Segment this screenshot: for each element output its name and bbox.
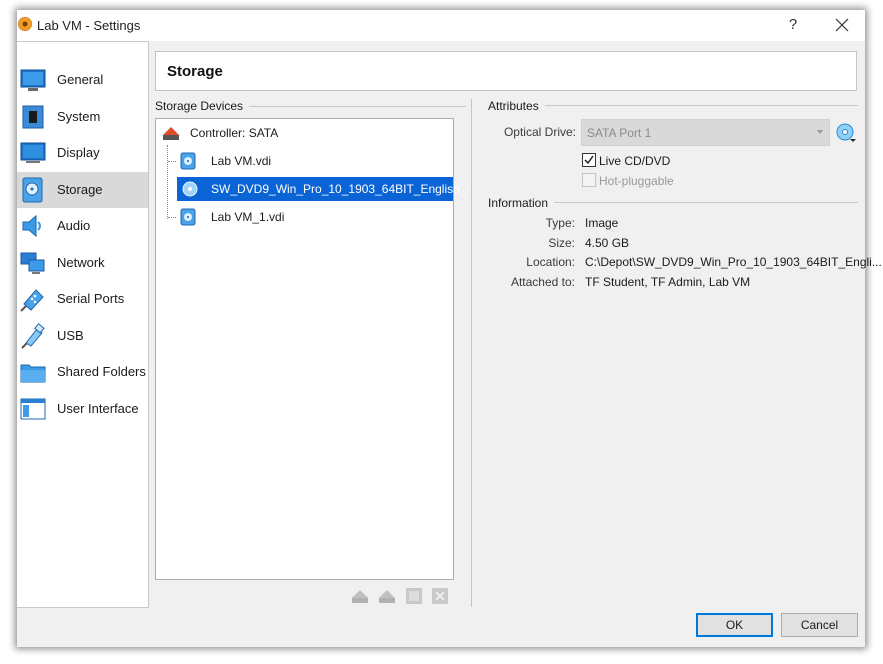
attached-to-value: TF Student, TF Admin, Lab VM [585,275,751,289]
sidebar-item-label: Network [57,255,105,270]
sidebar-item-network[interactable]: Network [17,245,148,281]
panel-divider [471,99,472,607]
sidebar-item-serial-ports[interactable]: Serial Ports [17,281,148,317]
live-cd-checkbox[interactable] [582,153,596,167]
attachment-label: Lab VM_1.vdi [211,210,285,224]
sidebar-item-label: Serial Ports [57,291,125,306]
optical-disc-icon [182,181,198,197]
divider [241,106,466,107]
close-icon [835,18,849,32]
help-button[interactable]: ? [782,14,804,36]
sidebar-item-label: Audio [57,218,91,233]
shared-folders-icon [20,364,46,383]
checkmark-icon [584,155,594,165]
attachment-label: SW_DVD9_Win_Pro_10_1903_64BIT_English_..… [211,182,477,196]
settings-window: Lab VM - Settings ? General System Displ… [17,10,882,647]
sidebar-item-label: User Interface [57,401,139,416]
optical-drive-value: SATA Port 1 [587,126,652,140]
hard-disk-icon [180,208,196,226]
sidebar-item-general[interactable]: General [17,62,148,98]
remove-controller-icon[interactable] [378,587,396,605]
tree-item-attachment[interactable]: Lab VM.vdi [156,149,453,173]
size-value: 4.50 GB [585,236,630,250]
title-bar: Lab VM - Settings ? [17,10,865,41]
settings-sidebar: General System Display Storage Audio Net… [17,41,149,608]
user-interface-icon [20,398,46,420]
hot-pluggable-label: Hot-pluggable [599,174,674,188]
attached-to-label: Attached to: [510,275,575,289]
hot-pluggable-checkbox[interactable] [582,173,596,187]
tree-item-attachment[interactable]: Lab VM_1.vdi [156,205,453,229]
window-title: Lab VM - Settings [37,18,141,33]
sidebar-item-label: Display [57,145,100,160]
hard-disk-icon [180,152,196,170]
close-button[interactable] [831,14,853,36]
sidebar-item-label: Storage [57,182,103,197]
sidebar-item-user-interface[interactable]: User Interface [17,391,148,427]
storage-devices-title: Storage Devices [155,99,250,113]
sidebar-item-label: System [57,109,101,124]
system-icon [22,105,44,129]
tree-item-attachment-selected[interactable]: SW_DVD9_Win_Pro_10_1903_64BIT_English_..… [177,177,477,201]
storage-tree[interactable]: Controller: SATA Lab VM.vdi SW_DVD9_Win_… [155,118,477,580]
sidebar-item-audio[interactable]: Audio [17,208,148,244]
storage-icon [22,177,43,203]
serial-ports-icon [20,289,44,312]
display-icon [20,142,46,163]
sidebar-item-shared-folders[interactable]: Shared Folders [17,354,148,390]
controller-icon [163,127,179,140]
tree-item-controller[interactable]: Controller: SATA [156,121,453,145]
add-attachment-icon[interactable] [405,587,423,605]
page-title: Storage [167,63,223,80]
sidebar-item-storage[interactable]: Storage [17,172,148,208]
sidebar-item-label: Shared Folders [57,364,146,379]
tree-connector [168,161,176,163]
ok-button[interactable]: OK [696,613,773,637]
type-label: Type: [545,216,575,230]
live-cd-label: Live CD/DVD [599,154,671,168]
information-title: Information [488,196,555,210]
usb-icon [21,323,45,349]
add-controller-icon[interactable] [351,587,369,605]
location-label: Location: [526,255,575,269]
cancel-button[interactable]: Cancel [781,613,858,637]
chevron-down-icon [817,130,823,134]
choose-disk-icon[interactable] [835,122,857,144]
optical-drive-select[interactable]: SATA Port 1 [581,119,830,146]
general-icon [20,69,46,91]
attributes-title: Attributes [488,99,545,113]
virtualbox-icon [18,17,32,31]
network-icon [20,252,45,274]
sidebar-item-label: USB [57,328,84,343]
sidebar-item-label: General [57,72,104,87]
size-label: Size: [548,236,575,250]
divider [548,202,858,203]
sidebar-item-display[interactable]: Display [17,135,148,171]
optical-drive-label: Optical Drive: [503,125,576,139]
sidebar-item-system[interactable]: System [17,99,148,135]
controller-label: Controller: SATA [190,126,279,140]
remove-attachment-icon[interactable] [431,587,449,605]
tree-connector [168,217,176,219]
attachment-label: Lab VM.vdi [211,154,272,168]
location-value: C:\Depot\SW_DVD9_Win_Pro_10_1903_64BIT_E… [585,255,882,269]
divider [542,105,858,106]
audio-icon [22,214,41,238]
sidebar-item-usb[interactable]: USB [17,318,148,354]
type-value: Image [585,216,619,230]
page-header: Storage [155,51,857,91]
